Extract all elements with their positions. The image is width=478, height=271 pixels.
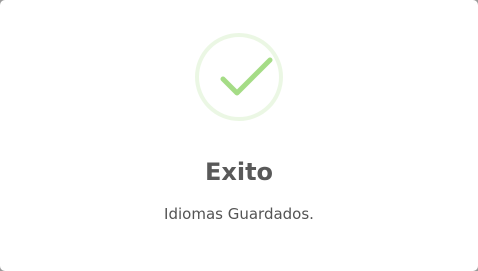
- success-checkmark-icon: [195, 33, 283, 121]
- dialog-message: Idiomas Guardados.: [164, 205, 314, 223]
- dialog-title: Exito: [204, 158, 274, 186]
- success-dialog: Exito Idiomas Guardados.: [0, 0, 478, 271]
